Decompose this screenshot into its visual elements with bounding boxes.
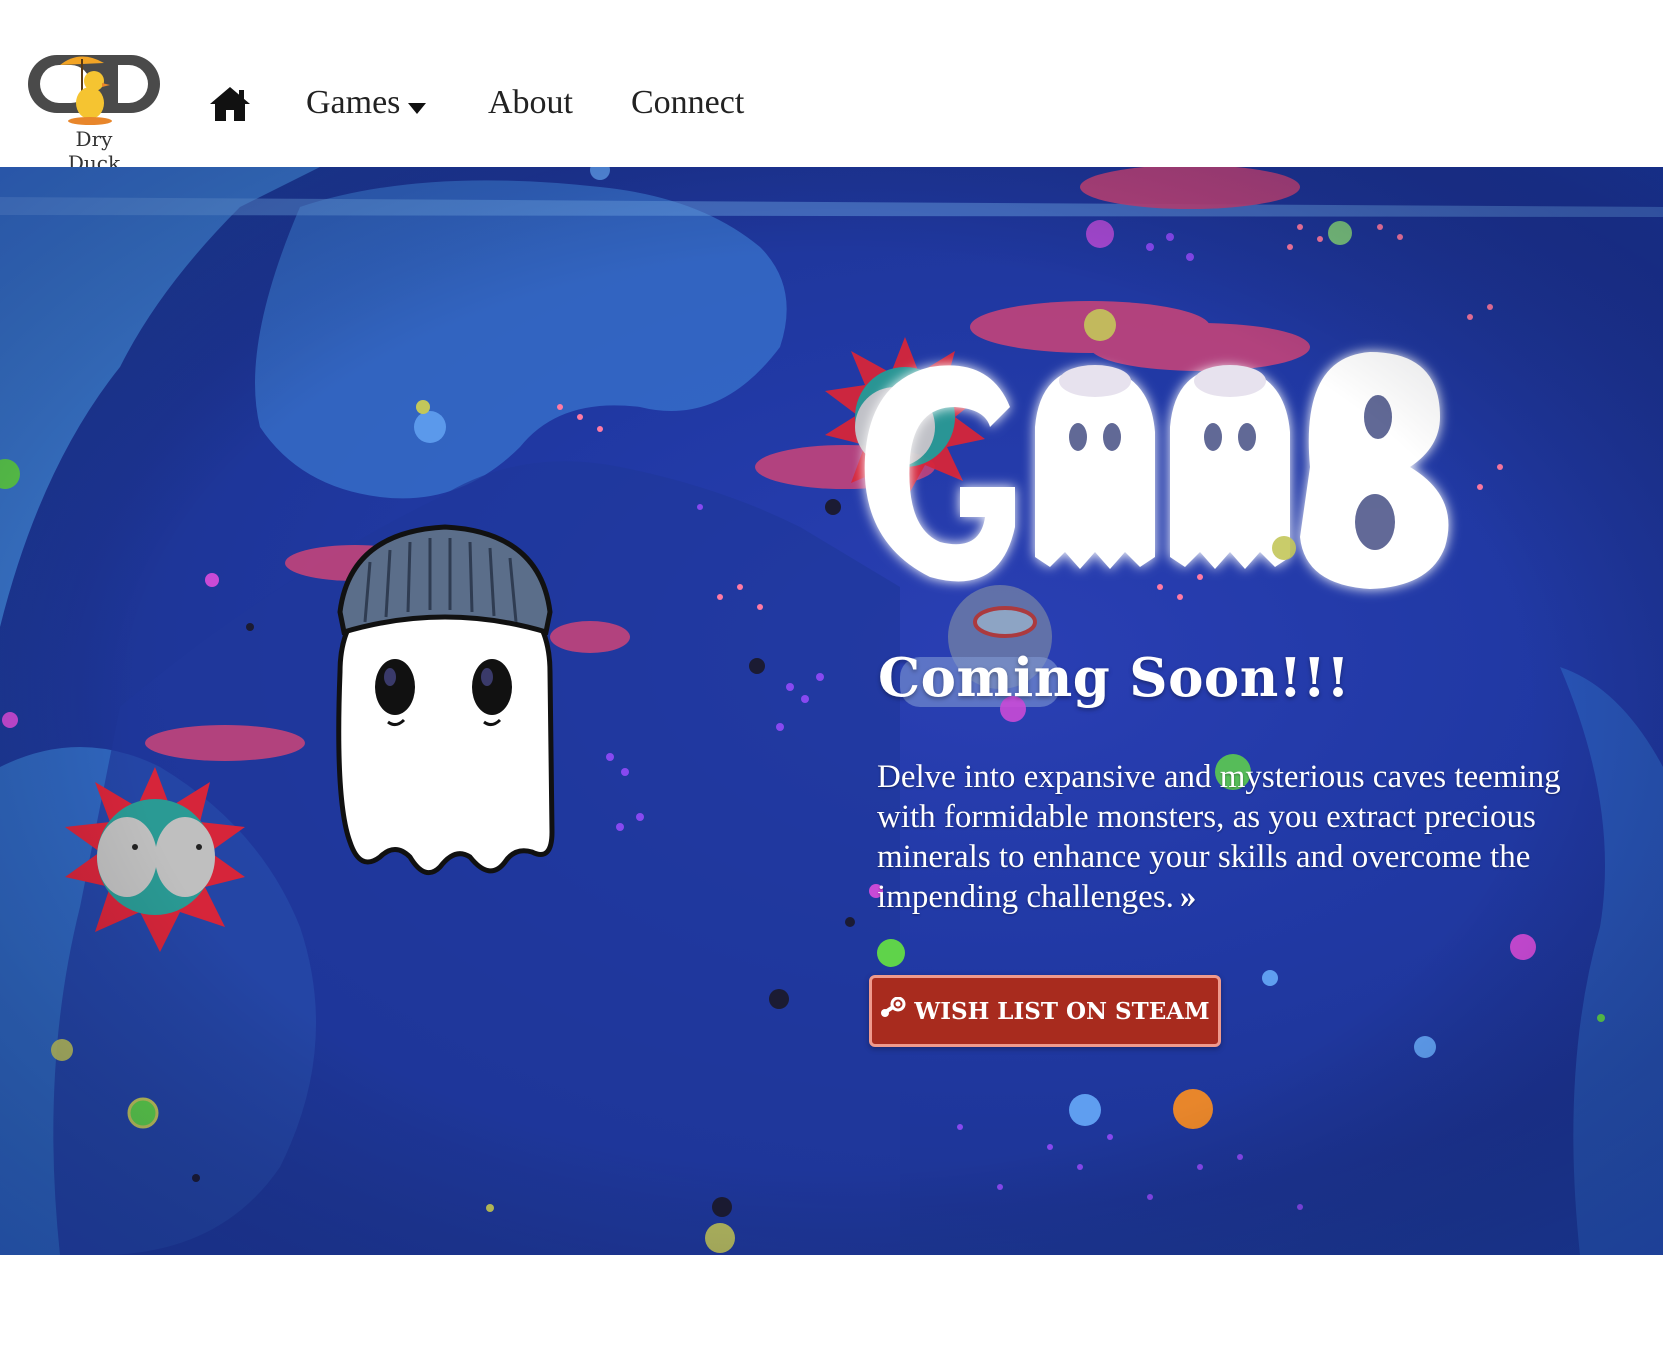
- coming-soon-heading: Coming Soon!!!: [878, 647, 1351, 709]
- wishlist-steam-button[interactable]: WISH LIST ON STEAM: [869, 975, 1221, 1047]
- description-text: Delve into expansive and mysterious cave…: [877, 759, 1561, 915]
- ghost-character-icon: [336, 524, 555, 876]
- nav-home-button[interactable]: [208, 84, 252, 124]
- duck-umbrella-logo-icon: [28, 55, 160, 125]
- wishlist-steam-label: WISH LIST ON STEAM: [914, 997, 1210, 1025]
- nav-about-link[interactable]: About: [488, 82, 573, 124]
- hero-banner: Coming Soon!!! Delve into expansive and …: [0, 167, 1663, 1255]
- caret-down-icon: [408, 84, 427, 126]
- navbar: Dry Duck Games About Connect: [0, 0, 1663, 175]
- underwater-cave-background: [0, 167, 1663, 1255]
- nav-games-label: Games: [306, 84, 401, 121]
- home-icon: [210, 87, 250, 121]
- steam-icon: [880, 996, 906, 1025]
- double-chevron-right-icon[interactable]: »: [1180, 879, 1197, 915]
- brand-logo[interactable]: Dry Duck: [22, 45, 167, 175]
- game-description: Delve into expansive and mysterious cave…: [877, 757, 1597, 917]
- nav-games-dropdown[interactable]: Games: [306, 82, 427, 126]
- nav-connect-link[interactable]: Connect: [631, 82, 744, 124]
